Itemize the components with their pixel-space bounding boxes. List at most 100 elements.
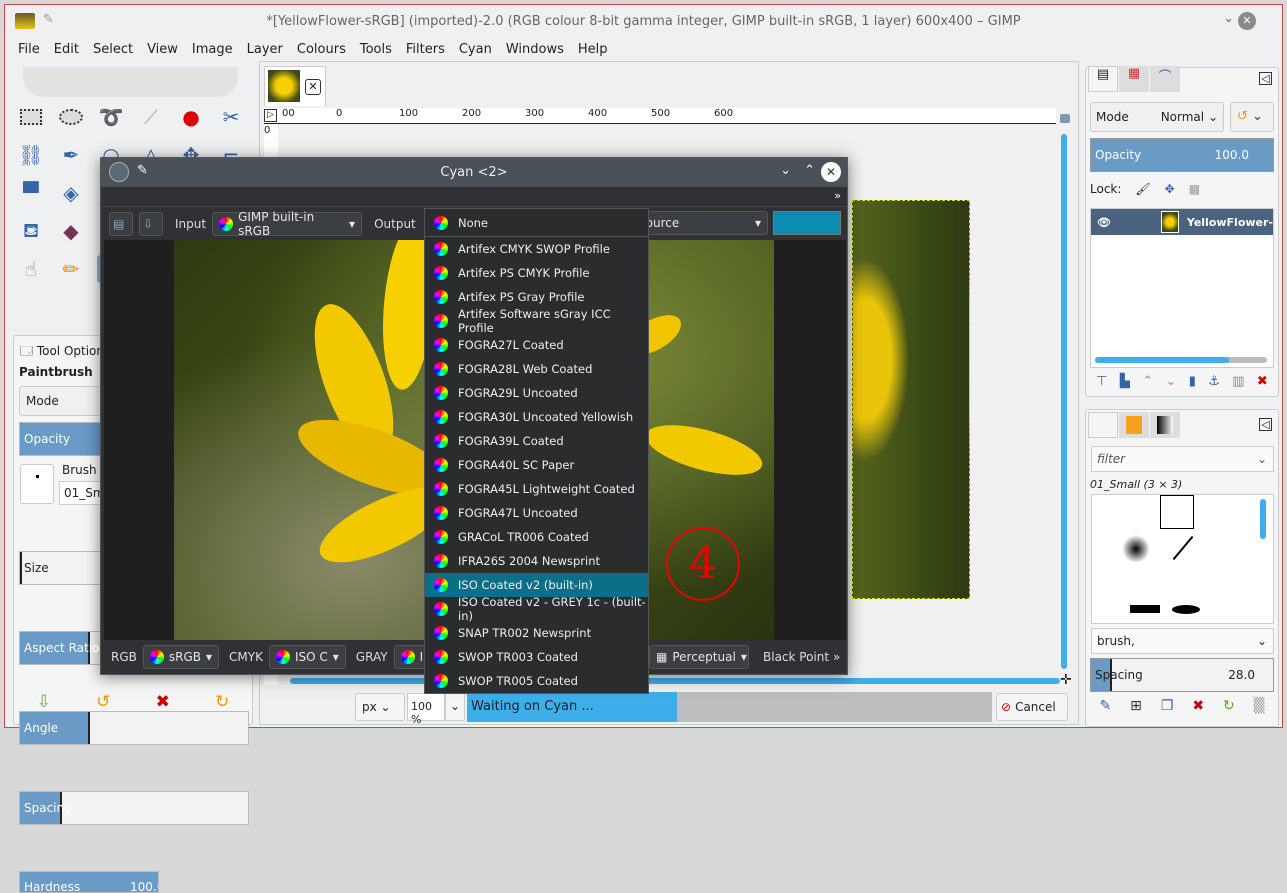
tool-options-tab[interactable]: 🗔 Tool Options xyxy=(20,342,110,363)
output-profile-option[interactable]: FOGRA40L SC Paper xyxy=(425,453,648,477)
lock-position-icon[interactable]: ✥ xyxy=(1165,182,1175,196)
output-profile-option[interactable]: FOGRA47L Uncoated xyxy=(425,501,648,525)
maximize-icon[interactable]: ⌃ xyxy=(804,163,815,178)
transform-icon[interactable]: ◈ xyxy=(57,179,85,207)
layers-tab-icon[interactable]: ▤ xyxy=(1088,66,1118,92)
output-profile-option[interactable]: ISO Coated v2 - GREY 1c - (built-in) xyxy=(425,595,648,623)
output-profile-option[interactable]: FOGRA27L Coated xyxy=(425,333,648,357)
lower-layer-icon[interactable]: ⌄ xyxy=(1165,374,1176,389)
gradients-tab-icon[interactable] xyxy=(1150,412,1180,438)
output-profile-option[interactable]: Artifex PS Gray Profile xyxy=(425,285,648,309)
brush-preview[interactable] xyxy=(20,464,54,504)
fuzzy-select-icon[interactable]: ⟋ xyxy=(137,103,165,131)
lasso-icon[interactable]: ➰ xyxy=(97,103,125,131)
input-profile-select[interactable]: GIMP built-in sRGB ▾ xyxy=(212,210,363,238)
close-tab-icon[interactable]: ✕ xyxy=(305,79,321,95)
pencil-icon[interactable]: ✏ xyxy=(57,255,85,283)
color-picker-icon[interactable]: ✒ xyxy=(57,141,85,169)
output-profile-option[interactable]: FOGRA29L Uncoated xyxy=(425,381,648,405)
layers-scrollbar[interactable] xyxy=(1095,357,1267,363)
spacing-slider[interactable]: Spacing xyxy=(19,791,249,825)
save-options-icon[interactable]: ⇩ xyxy=(37,692,51,712)
duplicate-layer-icon[interactable]: ▮ xyxy=(1189,374,1196,389)
paths-icon[interactable]: ⛓ xyxy=(17,141,45,169)
output-profile-option[interactable]: None xyxy=(425,209,648,237)
menu-edit[interactable]: Edit xyxy=(47,39,86,63)
channels-tab-icon[interactable]: ▦ xyxy=(1119,66,1149,92)
output-profile-option[interactable]: IFRA26S 2004 Newsprint xyxy=(425,549,648,573)
brush-tag-input[interactable]: brush, ⌄ xyxy=(1091,628,1274,654)
output-profile-option[interactable]: FOGRA30L Uncoated Yellowish xyxy=(425,405,648,429)
menu-view[interactable]: View xyxy=(140,39,185,63)
visibility-eye-icon[interactable]: 👁 xyxy=(1097,216,1111,229)
brush-fuzzy[interactable] xyxy=(1122,535,1150,563)
ruler-corner-icon[interactable]: ▷ xyxy=(264,109,277,122)
new-brush-icon[interactable]: ⊞ xyxy=(1130,698,1142,714)
panel-menu-icon[interactable]: ◁ xyxy=(1259,72,1272,85)
unit-select[interactable]: px ⌄ xyxy=(355,693,405,721)
panel-menu-icon[interactable]: ◁ xyxy=(1259,418,1272,431)
cmyk-profile-select[interactable]: ISO C ▾ xyxy=(268,645,346,669)
restore-options-icon[interactable]: ↺ xyxy=(96,692,110,712)
minimize-icon[interactable]: ⌄ xyxy=(780,163,791,178)
new-layer-icon[interactable]: ▙ xyxy=(1120,374,1130,389)
cancel-button[interactable]: ⊘ Cancel xyxy=(996,693,1068,721)
canvas-image[interactable] xyxy=(852,200,970,599)
rect-select-icon[interactable] xyxy=(17,103,45,131)
output-profile-option[interactable]: FOGRA28L Web Coated xyxy=(425,357,648,381)
lock-pixels-icon[interactable]: 🖌 xyxy=(1135,182,1150,196)
zoom-field[interactable]: 100 % xyxy=(407,693,445,726)
menu-filters[interactable]: Filters xyxy=(399,39,452,63)
layer-mode-select[interactable]: Mode Normal ⌄ xyxy=(1090,102,1224,132)
output-profile-option[interactable]: FOGRA39L Coated xyxy=(425,429,648,453)
proof-select[interactable]: Source ▾ xyxy=(631,211,768,235)
new-layer-group-icon[interactable]: ⊤ xyxy=(1096,374,1107,389)
patterns-tab-icon[interactable] xyxy=(1119,412,1149,438)
paths-tab-icon[interactable]: ⌒ xyxy=(1150,66,1180,92)
rgb-profile-select[interactable]: sRGB ▾ xyxy=(142,645,220,669)
toolbar-overflow-icon[interactable]: » xyxy=(834,189,841,202)
reset-options-icon[interactable]: ↻ xyxy=(215,692,229,712)
delete-options-icon[interactable]: ✖ xyxy=(156,692,170,712)
output-profile-option[interactable]: SWOP TR005 Coated xyxy=(425,669,648,693)
output-profile-option[interactable]: GRACoL TR006 Coated xyxy=(425,525,648,549)
nav-cross-icon[interactable]: ✛ xyxy=(1060,672,1072,688)
brush-line[interactable] xyxy=(1172,535,1194,561)
black-point-toggle[interactable]: Black Point xyxy=(763,650,829,664)
pin-icon[interactable]: ✎ xyxy=(137,163,148,178)
select-by-color-icon[interactable]: ● xyxy=(177,103,205,131)
refresh-brushes-icon[interactable]: ↻ xyxy=(1223,698,1235,714)
delete-brush-icon[interactable]: ✖ xyxy=(1192,698,1204,714)
smudge-icon[interactable]: ☝ xyxy=(17,255,45,283)
layer-opacity-slider[interactable]: Opacity 100.0 xyxy=(1090,138,1274,172)
anchor-layer-icon[interactable]: ⚓ xyxy=(1208,374,1220,389)
brush-selected[interactable] xyxy=(1160,495,1194,529)
angle-slider[interactable]: Angle xyxy=(19,711,249,745)
proof-color-swatch[interactable] xyxy=(773,211,841,235)
layer-mode-reset[interactable]: ↺ ⌄ xyxy=(1230,102,1274,132)
brush-grid[interactable] xyxy=(1091,494,1274,624)
output-profile-option[interactable]: SNAP TR002 Newsprint xyxy=(425,621,648,645)
brushes-tab-icon[interactable] xyxy=(1088,412,1118,438)
vertical-scrollbar[interactable] xyxy=(1061,134,1067,669)
menu-windows[interactable]: Windows xyxy=(499,39,571,63)
menu-tools[interactable]: Tools xyxy=(353,39,399,63)
menu-image[interactable]: Image xyxy=(185,39,240,63)
output-profile-option[interactable]: Artifex CMYK SWOP Profile xyxy=(425,237,648,261)
brush-scrollbar[interactable] xyxy=(1260,499,1266,539)
output-profile-option[interactable]: FOGRA45L Lightweight Coated xyxy=(425,477,648,501)
zoom-dropdown[interactable]: ⌄ xyxy=(445,693,465,721)
output-profile-option[interactable]: SWOP TR003 Coated xyxy=(425,645,648,669)
minimize-icon[interactable]: ⌄ xyxy=(1223,11,1234,26)
raise-layer-icon[interactable]: ⌃ xyxy=(1142,374,1153,389)
output-profile-dropdown[interactable]: None Artifex CMYK SWOP Profile Artifex PS … xyxy=(424,208,649,694)
layer-row[interactable]: 👁 YellowFlower- xyxy=(1091,209,1273,235)
menu-layer[interactable]: Layer xyxy=(240,39,290,63)
edit-brush-icon[interactable]: ✎ xyxy=(1099,698,1111,714)
duplicate-brush-icon[interactable]: ❐ xyxy=(1161,698,1174,714)
output-profile-option[interactable]: Artifex Software sGray ICC Profile xyxy=(425,307,648,335)
brush-to-image-icon[interactable]: ▒ xyxy=(1254,698,1265,714)
brush-spacing-slider[interactable]: Spacing 28.0 xyxy=(1090,658,1274,692)
close-icon[interactable]: ✕ xyxy=(1238,12,1256,30)
menu-colours[interactable]: Colours xyxy=(290,39,353,63)
